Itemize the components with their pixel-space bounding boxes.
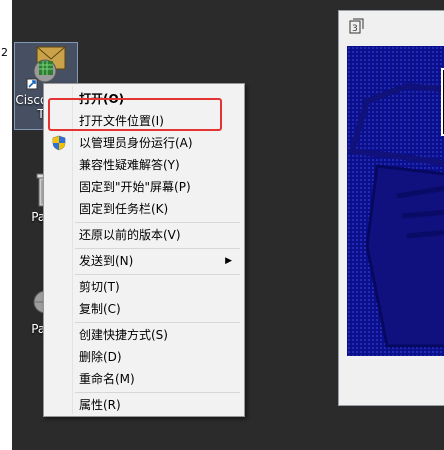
menu-item-create-shortcut[interactable]: 创建快捷方式(S) [46,324,240,346]
svg-text:3: 3 [352,24,358,34]
menu-item-label: 以管理员身份运行(A) [79,136,193,150]
menu-item-label: 删除(D) [79,350,122,364]
menu-separator [75,248,240,249]
menu-item-label: 创建快捷方式(S) [79,328,168,342]
menu-item-pin-taskbar[interactable]: 固定到任务栏(K) [46,198,240,220]
menu-item-restore-versions[interactable]: 还原以前的版本(V) [46,224,240,246]
window-app-icon: 3 [349,18,364,34]
window-edge: 2 [0,0,12,450]
menu-item-label: 属性(R) [79,398,121,412]
menu-item-label: 兼容性疑难解答(Y) [79,158,180,172]
menu-item-delete[interactable]: 删除(D) [46,346,240,368]
context-menu[interactable]: 打开(O) 打开文件位置(I) 以管理员身份运行(A) 兼容性疑难解答(Y) 固… [43,83,245,417]
menu-item-compat-troubleshoot[interactable]: 兼容性疑难解答(Y) [46,154,240,176]
app-window[interactable]: 3 [338,10,444,406]
window-canvas[interactable] [347,46,444,356]
menu-item-copy[interactable]: 复制(C) [46,298,240,320]
menu-item-cut[interactable]: 剪切(T) [46,276,240,298]
menu-item-properties[interactable]: 属性(R) [46,394,240,416]
menu-item-label: 固定到任务栏(K) [79,202,169,216]
canvas-graphic [348,82,444,348]
menu-separator [75,222,240,223]
menu-item-label: 还原以前的版本(V) [79,228,181,242]
annotation-highlight-box [48,98,222,131]
menu-item-rename[interactable]: 重命名(M) [46,368,240,390]
menu-item-pin-start[interactable]: 固定到"开始"屏幕(P) [46,176,240,198]
menu-item-label: 剪切(T) [79,280,120,294]
menu-item-run-as-admin[interactable]: 以管理员身份运行(A) [46,132,240,154]
edge-number: 2 [1,46,8,59]
menu-item-send-to[interactable]: 发送到(N) ▶ [46,250,240,272]
menu-item-label: 固定到"开始"屏幕(P) [79,180,191,194]
menu-separator [75,322,240,323]
menu-separator [75,274,240,275]
uac-shield-icon [52,135,66,151]
menu-item-label: 发送到(N) [79,254,134,268]
menu-separator [75,392,240,393]
submenu-arrow-icon: ▶ [225,256,232,266]
menu-item-label: 复制(C) [79,302,121,316]
menu-item-label: 重命名(M) [79,372,135,386]
